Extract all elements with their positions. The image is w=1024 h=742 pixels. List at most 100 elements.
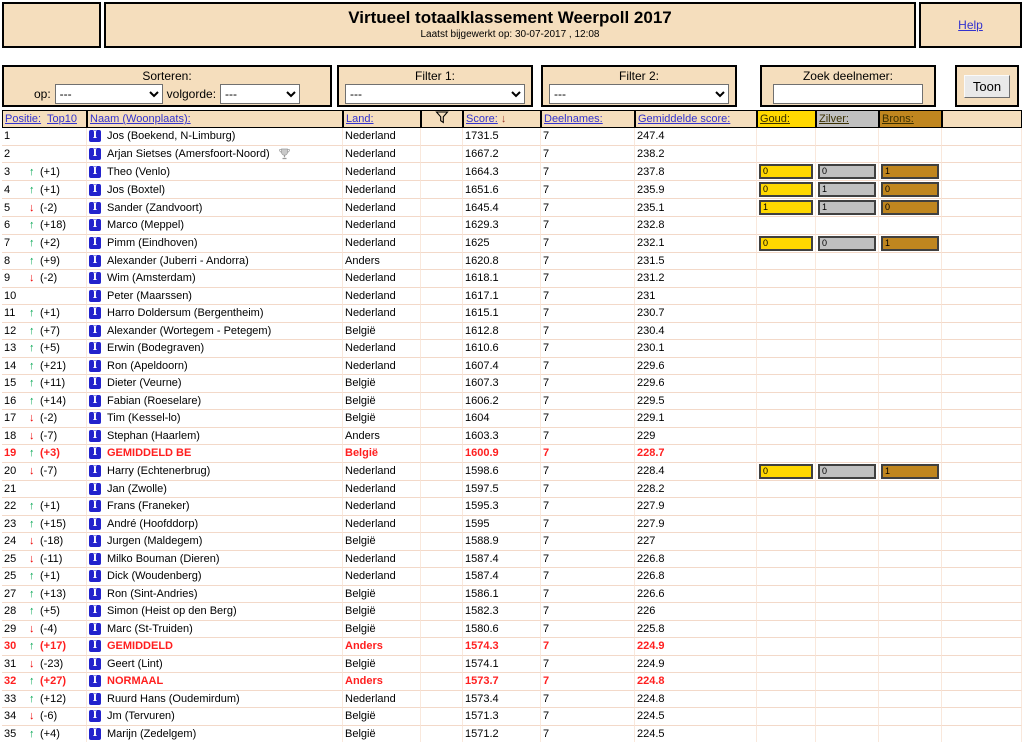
info-icon[interactable]: I: [89, 622, 101, 635]
info-icon[interactable]: I: [89, 640, 101, 653]
position-change-icon: ↑: [29, 605, 35, 618]
position-change-icon: ↑: [29, 324, 35, 337]
sort-deelnames-link[interactable]: Deelnames:: [544, 113, 603, 125]
top10-link[interactable]: Top10: [47, 113, 77, 125]
sort-positie-link[interactable]: Positie:: [5, 113, 41, 125]
help-link[interactable]: Help: [958, 18, 983, 32]
position-change-icon: ↑: [29, 692, 35, 705]
medal-goud-cell: [757, 638, 816, 656]
info-icon[interactable]: I: [89, 605, 101, 618]
info-icon[interactable]: I: [89, 587, 101, 600]
sort-naam-link[interactable]: Naam (Woonplaats):: [90, 113, 191, 125]
score-value: 1607.4: [465, 359, 499, 372]
info-icon[interactable]: I: [89, 429, 101, 442]
naam-cell: I Jos (Boxtel): [87, 181, 343, 199]
score-cell: 1618.1: [463, 270, 541, 288]
filter1-select[interactable]: ---: [345, 84, 525, 104]
info-icon[interactable]: I: [89, 272, 101, 285]
search-input[interactable]: [773, 84, 923, 104]
info-icon[interactable]: I: [89, 692, 101, 705]
land-cell: België: [343, 603, 421, 621]
info-icon[interactable]: I: [89, 412, 101, 425]
land-cell: België: [343, 620, 421, 638]
deelnames-cell: 7: [541, 585, 635, 603]
sort-score-link[interactable]: Score:: [466, 113, 498, 125]
info-icon[interactable]: I: [89, 324, 101, 337]
info-icon[interactable]: I: [89, 359, 101, 372]
table-row: 24 ↓ (-18) I Jurgen (Maldegem) België 15…: [2, 533, 1022, 551]
info-icon[interactable]: I: [89, 183, 101, 196]
info-icon[interactable]: I: [89, 342, 101, 355]
gemiddelde-cell: 224.8: [635, 690, 757, 708]
positie-cell: 35 ↑ (+4): [2, 725, 87, 742]
empty-cell: [942, 638, 1022, 656]
deelnames-value: 7: [543, 570, 550, 583]
info-icon[interactable]: I: [89, 552, 101, 565]
sort-goud-link[interactable]: Goud:: [760, 113, 790, 125]
sort-land-link[interactable]: Land:: [346, 113, 374, 125]
score-cell: 1607.3: [463, 375, 541, 393]
info-icon[interactable]: I: [89, 165, 101, 178]
medal-zilver-cell: 1: [816, 199, 879, 217]
naam-cell: I Arjan Sietses (Amersfoort-Noord): [87, 145, 343, 163]
info-icon[interactable]: I: [89, 254, 101, 267]
deelnames-cell: 7: [541, 603, 635, 621]
medal-zilver-cell: [816, 498, 879, 516]
info-icon[interactable]: I: [89, 130, 101, 143]
empty-cell: [942, 252, 1022, 270]
info-icon[interactable]: I: [89, 657, 101, 670]
deelnames-value: 7: [543, 605, 550, 618]
score-cell: 1629.3: [463, 217, 541, 235]
info-icon[interactable]: I: [89, 147, 101, 160]
sort-brons-link[interactable]: Brons:: [882, 113, 914, 125]
info-icon[interactable]: I: [89, 465, 101, 477]
info-icon[interactable]: I: [89, 377, 101, 390]
medal-brons-cell: [879, 568, 942, 586]
sort-zilver-link[interactable]: Zilver:: [819, 113, 849, 125]
info-icon[interactable]: I: [89, 201, 101, 214]
empty-cell: [942, 392, 1022, 410]
info-icon[interactable]: I: [89, 535, 101, 548]
positie-cell: 2: [2, 145, 87, 163]
score-cell: 1597.5: [463, 480, 541, 498]
land-cell: Nederland: [343, 287, 421, 305]
medal-brons-box: 1: [881, 463, 939, 479]
deelnames-cell: 7: [541, 357, 635, 375]
medal-zilver-cell: [816, 550, 879, 568]
info-icon[interactable]: I: [89, 307, 101, 320]
info-icon[interactable]: I: [89, 237, 101, 249]
filter-cell: [421, 357, 463, 375]
score-value: 1595: [465, 517, 490, 530]
filter2-label: Filter 2:: [618, 69, 659, 83]
funnel-icon[interactable]: [435, 111, 449, 124]
filter-cell: [421, 181, 463, 199]
last-updated: Laatst bijgewerkt op: 30-07-2017 , 12:08: [420, 29, 600, 40]
info-icon[interactable]: I: [89, 394, 101, 407]
deelnames-value: 7: [543, 183, 550, 196]
info-icon[interactable]: I: [89, 219, 101, 232]
info-icon[interactable]: I: [89, 289, 101, 302]
info-icon[interactable]: I: [89, 517, 101, 530]
gemiddelde-value: 228.7: [637, 447, 665, 460]
sort-order-select[interactable]: ---: [220, 84, 301, 104]
info-icon[interactable]: I: [89, 447, 101, 460]
position-change-label: (-2): [40, 412, 58, 425]
gemiddelde-value: 232.8: [637, 219, 665, 232]
info-icon[interactable]: I: [89, 727, 101, 740]
position-value: 29: [4, 622, 17, 635]
gemiddelde-cell: 229.5: [635, 392, 757, 410]
position-value: 24: [4, 535, 17, 548]
info-icon[interactable]: I: [89, 482, 101, 495]
info-icon[interactable]: I: [89, 675, 101, 688]
position-value: 32: [4, 675, 17, 688]
score-cell: 1580.6: [463, 620, 541, 638]
info-icon[interactable]: I: [89, 500, 101, 513]
positie-cell: 22 ↑ (+1): [2, 498, 87, 516]
sort-gemiddelde-link[interactable]: Gemiddelde score:: [638, 113, 730, 125]
info-icon[interactable]: I: [89, 570, 101, 583]
sort-op-select[interactable]: ---: [54, 84, 163, 104]
toon-button[interactable]: Toon: [963, 74, 1011, 98]
info-icon[interactable]: I: [89, 710, 101, 723]
participant-name: Sander (Zandvoort): [107, 201, 203, 214]
filter2-select[interactable]: ---: [549, 84, 729, 104]
